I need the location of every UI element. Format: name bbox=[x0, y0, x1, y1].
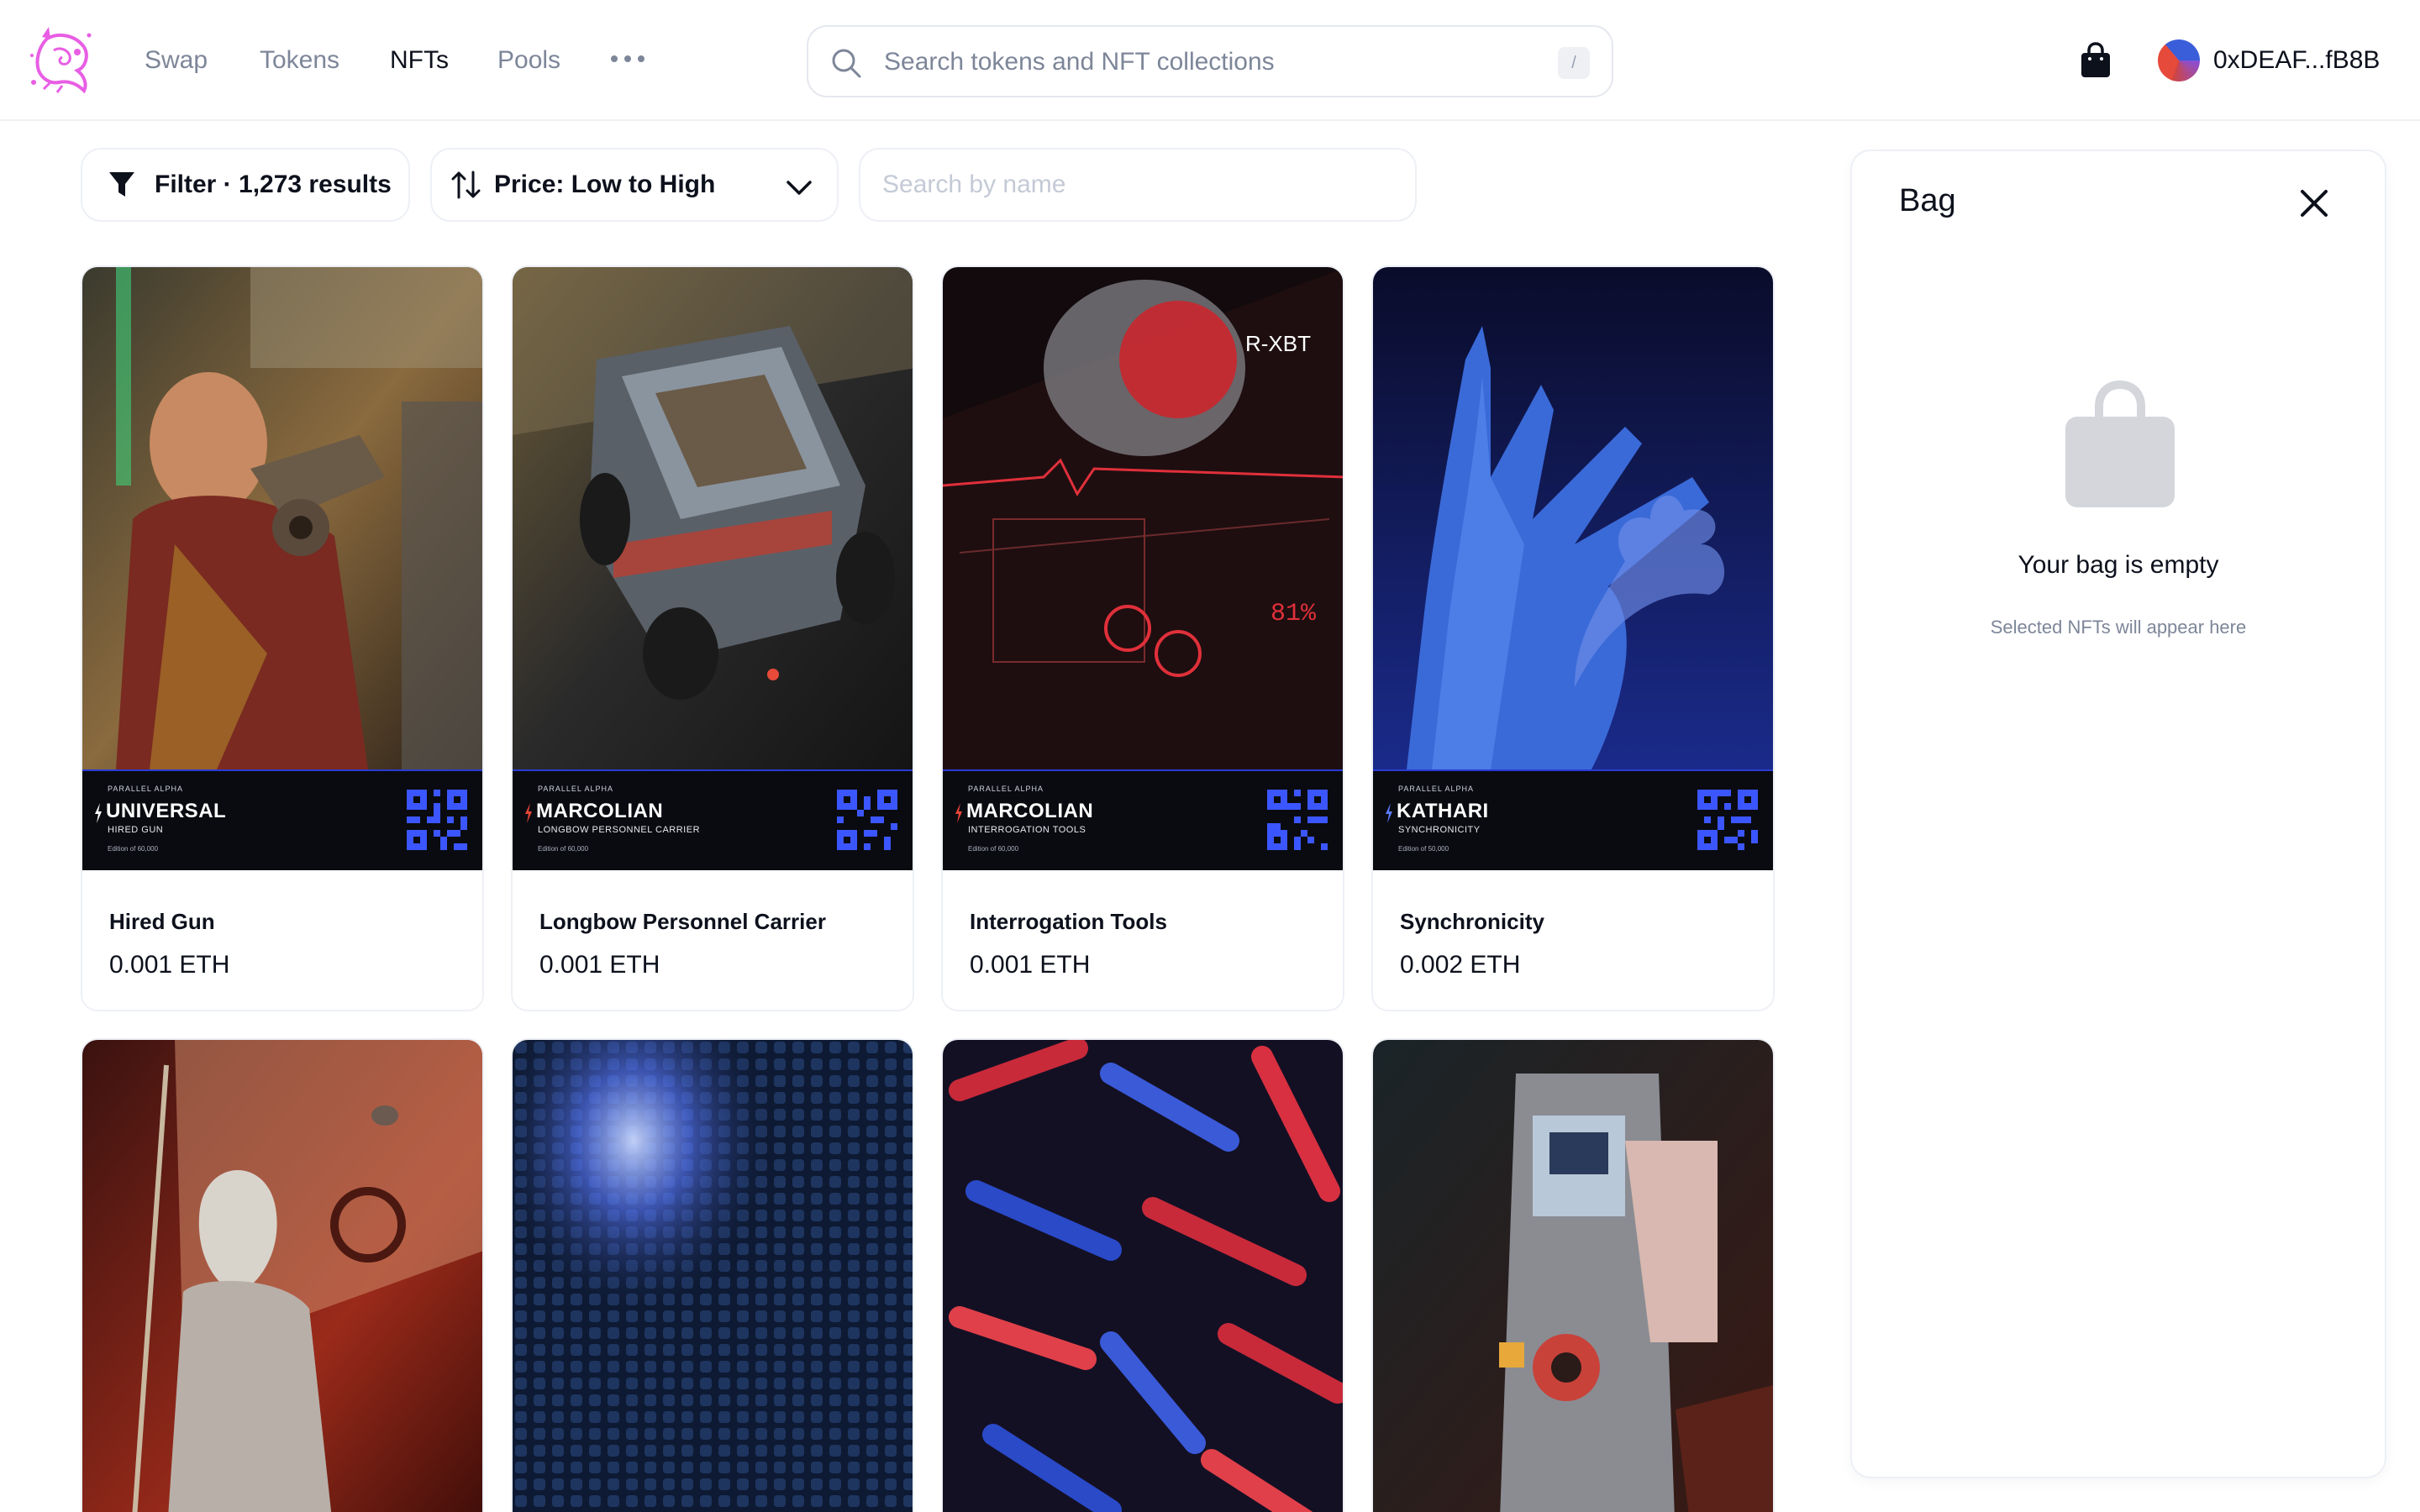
bolt-icon bbox=[955, 803, 962, 823]
faction-label: UNIVERSAL bbox=[106, 800, 227, 822]
qr-code-icon bbox=[1267, 790, 1328, 850]
card-banner: PARALLEL ALPHA MARCOLIAN LONGBOW PERSONN… bbox=[513, 769, 913, 870]
card-banner: PARALLEL ALPHA MARCOLIAN INTERROGATION T… bbox=[943, 769, 1343, 870]
nft-artwork-image bbox=[82, 1040, 482, 1512]
faction-label: MARCOLIAN bbox=[966, 800, 1094, 822]
nft-price: 0.001 ETH bbox=[970, 951, 1091, 979]
nav-link-nfts[interactable]: NFTs bbox=[390, 44, 449, 77]
nft-artwork-image bbox=[513, 267, 913, 769]
search-placeholder: Search tokens and NFT collections bbox=[884, 48, 1275, 76]
nft-card[interactable] bbox=[511, 1038, 914, 1512]
sort-selected-label: Price: Low to High bbox=[494, 171, 716, 198]
nft-price: 0.001 ETH bbox=[539, 951, 660, 979]
nft-card[interactable] bbox=[941, 1038, 1344, 1512]
empty-bag-title: Your bag is empty bbox=[2018, 551, 2219, 579]
edition-label: Edition of 60,000 bbox=[968, 845, 1019, 853]
more-dots-icon[interactable] bbox=[611, 47, 644, 71]
account-button[interactable]: 0xDEAF...fB8B bbox=[2158, 39, 2380, 82]
nft-card[interactable]: PARALLEL ALPHA MARCOLIAN LONGBOW PERSONN… bbox=[511, 265, 914, 1011]
nft-artwork-image: 81% R-XBT bbox=[943, 267, 1343, 769]
card-info: Hired Gun 0.001 ETH bbox=[82, 872, 482, 1010]
faction-label: MARCOLIAN bbox=[536, 800, 664, 822]
set-label: PARALLEL ALPHA bbox=[968, 785, 1044, 793]
nft-name: Hired Gun bbox=[109, 909, 215, 934]
bolt-icon bbox=[95, 803, 102, 823]
nft-card[interactable]: PARALLEL ALPHA UNIVERSAL HIRED GUN Editi… bbox=[81, 265, 484, 1011]
bolt-icon bbox=[1386, 803, 1392, 823]
card-info: Interrogation Tools 0.001 ETH bbox=[943, 872, 1343, 1010]
search-shortcut-key: / bbox=[1558, 47, 1590, 79]
edition-label: Edition of 50,000 bbox=[1398, 845, 1449, 853]
filter-funnel-icon bbox=[109, 172, 134, 197]
sort-dropdown[interactable]: Price: Low to High bbox=[430, 148, 839, 222]
nft-price: 0.001 ETH bbox=[109, 951, 230, 979]
empty-bag-subtitle: Selected NFTs will appear here bbox=[1990, 617, 2247, 638]
nft-artwork-image bbox=[82, 267, 482, 769]
filter-button[interactable]: Filter · 1,273 results bbox=[81, 148, 410, 222]
nft-name: Synchronicity bbox=[1400, 909, 1544, 934]
bag-panel: Bag Your bag is empty Selected NFTs will… bbox=[1850, 150, 2386, 1478]
nft-artwork-image bbox=[1373, 267, 1773, 769]
nft-name: Interrogation Tools bbox=[970, 909, 1167, 934]
svg-text:81%: 81% bbox=[1270, 600, 1317, 628]
card-info: Longbow Personnel Carrier 0.001 ETH bbox=[513, 872, 913, 1010]
card-subtitle: HIRED GUN bbox=[108, 825, 164, 835]
set-label: PARALLEL ALPHA bbox=[108, 785, 184, 793]
account-address: 0xDEAF...fB8B bbox=[2213, 46, 2381, 74]
search-by-name-field[interactable] bbox=[859, 148, 1417, 222]
qr-code-icon bbox=[407, 790, 467, 850]
qr-code-icon bbox=[837, 790, 897, 850]
faction-label: KATHARI bbox=[1397, 800, 1489, 822]
nft-card[interactable] bbox=[1371, 1038, 1775, 1512]
nft-card[interactable]: PARALLEL ALPHA KATHARI SYNCHRONICITY Edi… bbox=[1371, 265, 1775, 1011]
card-banner: PARALLEL ALPHA UNIVERSAL HIRED GUN Editi… bbox=[82, 769, 482, 870]
nav-link-pools[interactable]: Pools bbox=[497, 44, 560, 77]
nft-card[interactable]: 81% R-XBT PARALLEL ALPHA MARCOLIAN INTER… bbox=[941, 265, 1344, 1011]
nft-artwork-image bbox=[943, 1040, 1343, 1512]
nft-artwork-image bbox=[1373, 1040, 1773, 1512]
card-info: Synchronicity 0.002 ETH bbox=[1373, 872, 1773, 1010]
filter-results-label: Filter · 1,273 results bbox=[155, 171, 392, 198]
chevron-down-icon bbox=[786, 181, 812, 195]
uniswap-logo-icon[interactable] bbox=[25, 22, 96, 97]
set-label: PARALLEL ALPHA bbox=[1398, 785, 1475, 793]
nft-card[interactable] bbox=[81, 1038, 484, 1512]
bolt-icon bbox=[525, 803, 532, 823]
nav-link-tokens[interactable]: Tokens bbox=[260, 44, 339, 77]
close-icon[interactable] bbox=[2297, 186, 2331, 220]
card-subtitle: SYNCHRONICITY bbox=[1398, 825, 1481, 835]
empty-bag-icon bbox=[2065, 380, 2175, 507]
edition-label: Edition of 60,000 bbox=[108, 845, 159, 853]
set-label: PARALLEL ALPHA bbox=[538, 785, 614, 793]
svg-text:R-XBT: R-XBT bbox=[1245, 331, 1311, 356]
avatar bbox=[2158, 39, 2200, 81]
search-by-name-input[interactable] bbox=[860, 150, 1415, 220]
search-icon bbox=[832, 49, 861, 78]
edition-label: Edition of 60,000 bbox=[538, 845, 589, 853]
shopping-bag-icon[interactable] bbox=[2079, 42, 2112, 79]
nft-name: Longbow Personnel Carrier bbox=[539, 909, 826, 934]
global-search-input[interactable]: Search tokens and NFT collections / bbox=[807, 25, 1613, 97]
card-subtitle: LONGBOW PERSONNEL CARRIER bbox=[538, 825, 701, 835]
card-subtitle: INTERROGATION TOOLS bbox=[968, 825, 1086, 835]
sort-arrows-icon bbox=[451, 171, 481, 199]
nft-price: 0.002 ETH bbox=[1400, 951, 1521, 979]
card-banner: PARALLEL ALPHA KATHARI SYNCHRONICITY Edi… bbox=[1373, 769, 1773, 870]
top-navigation-bar: Swap Tokens NFTs Pools Search tokens and… bbox=[0, 0, 2420, 121]
nav-link-swap[interactable]: Swap bbox=[145, 44, 208, 77]
qr-code-icon bbox=[1697, 790, 1758, 850]
bag-title: Bag bbox=[1899, 183, 1956, 218]
nft-artwork-image bbox=[513, 1040, 913, 1512]
